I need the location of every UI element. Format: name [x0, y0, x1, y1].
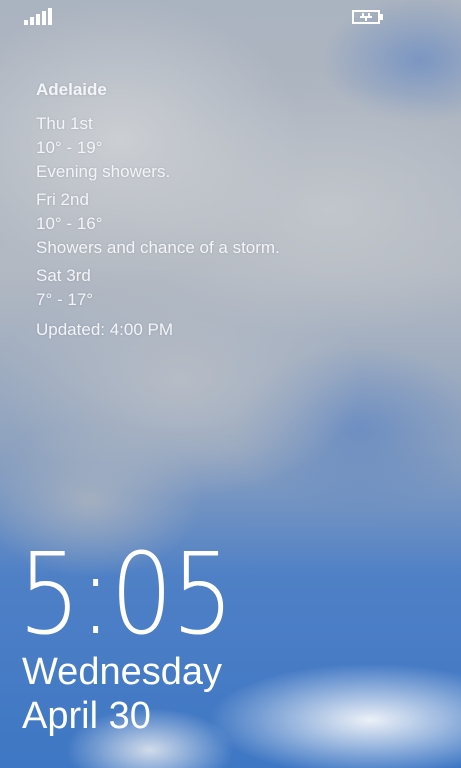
forecast-day-name: Sat 3rd — [36, 266, 91, 285]
forecast-day: Fri 2nd 10° - 16° Showers and chance of … — [36, 188, 336, 260]
weather-updated-time: Updated: 4:00 PM — [36, 320, 174, 339]
signal-strength-icon — [24, 8, 52, 25]
forecast-temp-range: 10° - 19° — [36, 138, 103, 157]
forecast-summary: Showers and chance of a storm. — [36, 238, 280, 257]
weather-city: Adelaide — [36, 80, 107, 99]
battery-charging-icon — [352, 10, 383, 24]
forecast-day-name: Fri 2nd — [36, 190, 89, 209]
lock-day-of-week: Wednesday — [22, 651, 222, 693]
lock-clock-time: 5:05 — [18, 530, 234, 660]
forecast-day-name: Thu 1st — [36, 114, 93, 133]
lock-date: April 30 — [22, 695, 151, 737]
forecast-temp-range: 7° - 17° — [36, 290, 94, 309]
forecast-temp-range: 10° - 16° — [36, 214, 103, 233]
forecast-summary: Evening showers. — [36, 162, 171, 181]
forecast-day: Sat 3rd 7° - 17° — [36, 264, 336, 312]
forecast-day: Thu 1st 10° - 19° Evening showers. — [36, 112, 336, 184]
status-bar — [0, 0, 461, 32]
weather-widget: Adelaide Thu 1st 10° - 19° Evening showe… — [36, 80, 336, 342]
